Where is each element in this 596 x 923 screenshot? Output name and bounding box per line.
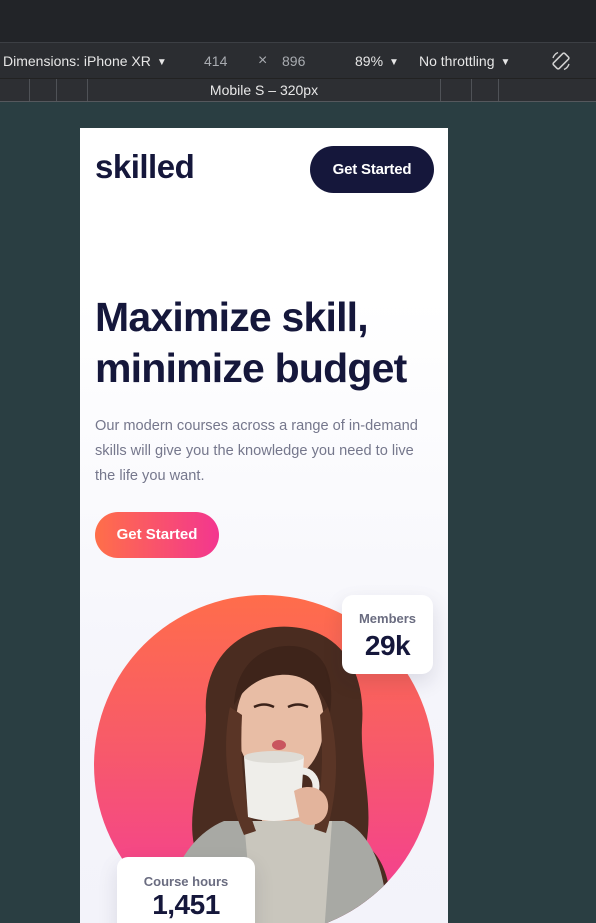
media-query-segment-divider: [471, 79, 472, 101]
course-hours-label: Course hours: [143, 874, 229, 889]
device-viewport: skilled Get Started Maximize skill, mini…: [80, 128, 448, 923]
media-query-segment-divider: [56, 79, 57, 101]
height-input[interactable]: 896: [282, 53, 305, 69]
caret-down-icon: ▼: [500, 57, 511, 68]
course-hours-value: 1,451: [152, 889, 220, 920]
site-logo[interactable]: skilled: [95, 148, 195, 186]
device-dimensions-label: Dimensions: iPhone XR: [3, 53, 151, 69]
browser-top-strip: [0, 0, 596, 42]
device-dimensions-dropdown[interactable]: Dimensions: iPhone XR ▼: [3, 53, 167, 72]
course-hours-stat-card: Course hours 1,451: [117, 857, 255, 923]
hero-description: Our modern courses across a range of in-…: [95, 418, 418, 484]
zoom-label: 89%: [355, 53, 384, 69]
throttling-label: No throttling: [419, 53, 495, 69]
zoom-dropdown[interactable]: 89% ▼: [355, 53, 399, 72]
rotate-device-icon[interactable]: [550, 50, 572, 72]
devtools-device-toolbar: Dimensions: iPhone XR ▼ 414 × 896 89% ▼ No…: [0, 42, 596, 78]
media-query-bar: Mobile S – 320px: [0, 78, 596, 102]
media-query-mobile-s[interactable]: Mobile S – 320px: [88, 82, 440, 98]
caret-down-icon: ▼: [156, 57, 167, 68]
media-query-segment-divider: [29, 79, 30, 101]
members-label: Members: [358, 611, 417, 626]
media-query-segment-divider: [498, 79, 499, 101]
members-stat-card: Members 29k: [342, 595, 433, 674]
throttling-dropdown[interactable]: No throttling ▼: [419, 53, 510, 72]
members-value: 29k: [364, 630, 411, 661]
caret-down-icon: ▼: [389, 57, 399, 68]
media-query-segment-divider: [440, 79, 441, 101]
header-get-started-button[interactable]: Get Started: [310, 146, 434, 193]
hero-get-started-button[interactable]: Get Started: [95, 512, 219, 558]
width-input[interactable]: 414: [204, 53, 227, 69]
hero-title: Maximize skill, minimize budget: [95, 294, 407, 391]
times-icon: ×: [258, 52, 268, 69]
